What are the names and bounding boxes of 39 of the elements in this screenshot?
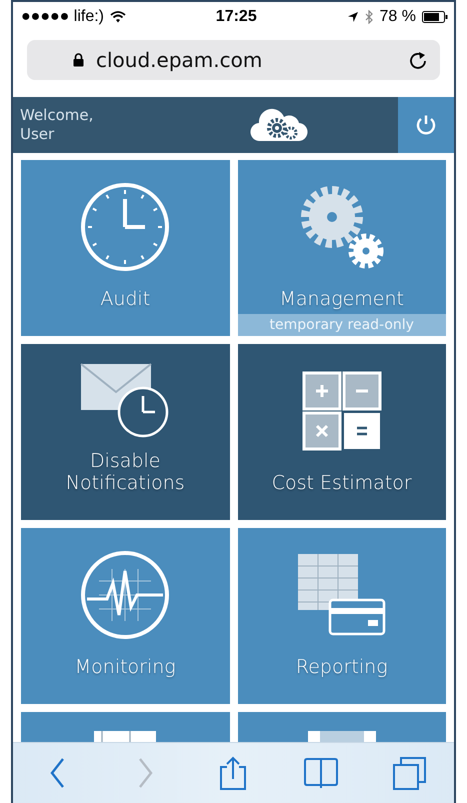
menu-tile[interactable]: Disable Notifications (21, 344, 230, 520)
wifi-icon (110, 11, 126, 23)
panel-icon (308, 731, 376, 742)
carrier-label: ●●●●● life:) (21, 8, 104, 26)
lock-icon (73, 53, 84, 67)
url-text: cloud.epam.com (96, 48, 264, 72)
clock-time: 17:25 (216, 8, 257, 26)
spreadsheet-card-icon (296, 552, 388, 638)
menu-tile[interactable]: Monitoring (21, 528, 230, 704)
tabs-icon (392, 755, 428, 791)
forward-icon (138, 758, 153, 788)
user-name: User (20, 125, 56, 144)
pulse-monitor-icon (79, 549, 172, 641)
tile-label: Cost Estimator (272, 472, 412, 496)
power-icon (415, 114, 437, 136)
back-icon (50, 758, 65, 788)
bluetooth-icon (364, 10, 374, 24)
location-arrow-icon (346, 11, 359, 23)
read-only-note: temporary read-only (238, 314, 446, 336)
tile-label: Management (279, 288, 404, 312)
clock-icon (79, 181, 172, 273)
book-icon (304, 755, 340, 791)
reload-icon[interactable] (408, 50, 428, 70)
tile-label: Audit (100, 288, 150, 312)
welcome-text: Welcome, (20, 106, 94, 125)
tile-label: Monitoring (74, 656, 176, 680)
battery-icon (422, 11, 448, 23)
calculator-icon (302, 371, 382, 451)
cloud-gears-logo-icon (250, 108, 308, 142)
battery-percent: 78 % (380, 8, 416, 26)
power-button[interactable] (398, 97, 454, 153)
menu-tile[interactable]: Audit (21, 160, 230, 336)
tile-label: Reporting (296, 656, 388, 680)
menu-tile[interactable]: Reporting (238, 528, 446, 704)
tile-label: Disable Notifications (66, 450, 185, 496)
menu-tile[interactable]: Management temporary read-only (238, 160, 446, 336)
menu-tile[interactable]: Cost Estimator (238, 344, 446, 520)
address-bar[interactable]: cloud.epam.com (27, 40, 440, 80)
table-icon (94, 731, 156, 742)
